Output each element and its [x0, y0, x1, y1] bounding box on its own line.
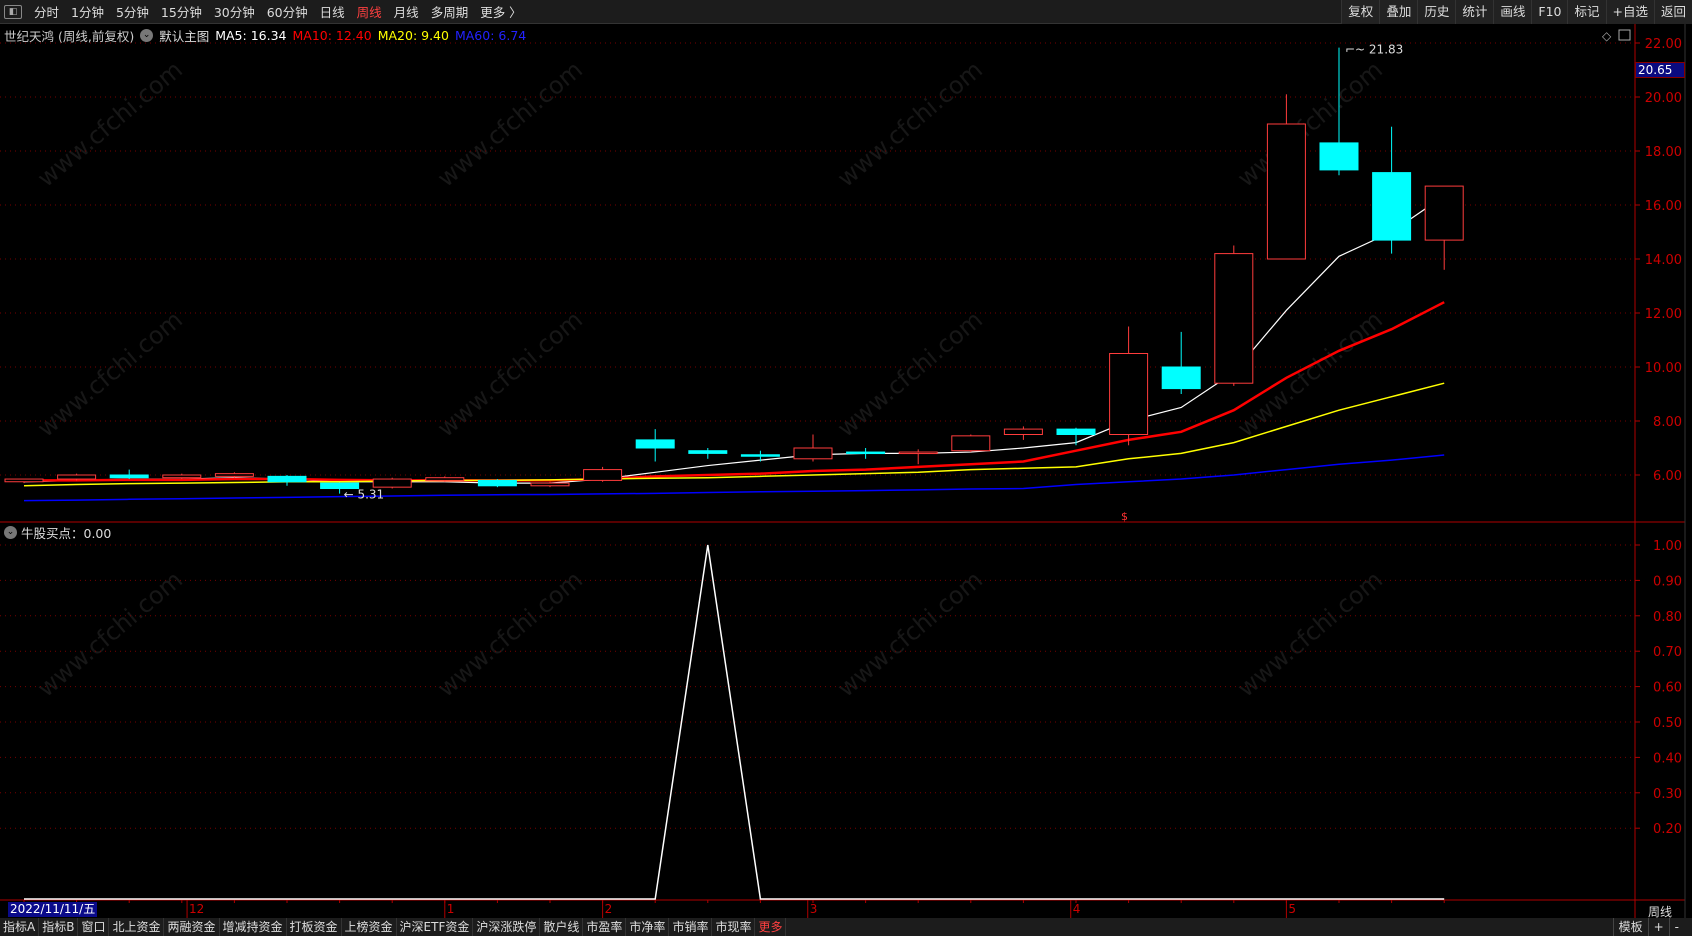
indicator-tab[interactable]: 市销率	[669, 918, 713, 936]
price-annotation: ⌐~ 21.83	[1345, 43, 1403, 57]
chevron-down-icon[interactable]: ⌄	[4, 526, 17, 539]
candle-up	[583, 469, 623, 481]
month-label: 4	[1072, 902, 1081, 916]
candle-up	[951, 435, 991, 452]
indicator-tab[interactable]: 增减持资金	[220, 918, 287, 936]
price-tick-label: 10.00	[1645, 361, 1682, 376]
candle-up	[898, 451, 938, 455]
month-label: 3	[809, 902, 818, 916]
price-tick-label: 20.00	[1645, 91, 1682, 106]
candle-up	[1266, 123, 1306, 260]
indicator-line	[24, 544, 1445, 900]
candle-up	[1109, 353, 1149, 435]
candle-down	[846, 451, 886, 455]
price-tick-label: 6.00	[1653, 469, 1682, 484]
candle-down	[740, 454, 780, 457]
indicator-tick-label: 0.70	[1653, 645, 1682, 660]
bottom-indicator-tabs: 指标A 指标B 窗口 北上资金 两融资金 增减持资金 打板资金 上榜资金 沪深ETF资金 沪深涨跌…	[0, 918, 1692, 936]
indicator-tick-label: 0.90	[1653, 574, 1682, 589]
current-date: 2022/11/11/五	[8, 902, 98, 917]
bottom-right-controls: 模板 + -	[1612, 918, 1684, 936]
kline-chart[interactable]: 22.00 20.00 18.00 16.00 14.00 12.00 10.00 8.00 6…	[0, 0, 1692, 936]
price-tick-label: 14.00	[1645, 253, 1682, 268]
bottom-control-button[interactable]: 模板	[1612, 918, 1648, 936]
indicator-tab[interactable]: 市盈率	[583, 918, 627, 936]
candle-up	[57, 474, 97, 480]
price-tick-label: 16.00	[1645, 199, 1682, 214]
candle-down	[1319, 142, 1359, 171]
indicator-tab[interactable]: 上榜资金	[342, 918, 397, 936]
indicator-header: ⌄ 牛股买点：0.00	[4, 523, 111, 542]
month-label: 12	[189, 902, 205, 916]
price-tick-label: 12.00	[1645, 307, 1682, 322]
diamond-icon: ◇	[1602, 29, 1612, 43]
candle-up	[372, 478, 412, 488]
price-tick-label: 22.00	[1645, 37, 1682, 52]
candle-down	[109, 474, 149, 479]
bottom-control-button[interactable]: -	[1668, 918, 1684, 936]
indicator-tab[interactable]: 散户线	[540, 918, 584, 936]
bottom-control-button[interactable]: +	[1647, 918, 1669, 936]
candle-down	[477, 479, 517, 487]
candle-up	[1003, 428, 1043, 436]
candle-up	[214, 473, 254, 477]
current-price-tag: 20.65	[1635, 62, 1685, 78]
candle-down	[1372, 172, 1412, 241]
dollar-marker-icon: $	[1121, 510, 1128, 523]
indicator-tick-label: 0.40	[1653, 751, 1682, 766]
indicator-tab[interactable]: 打板资金	[287, 918, 342, 936]
candle-up	[4, 478, 44, 483]
date-axis: 2022/11/11/五 12 1 2 3 4 5	[0, 901, 1692, 918]
indicator-tab[interactable]: 窗口	[78, 918, 110, 936]
indicator-tab[interactable]: 沪深ETF资金	[397, 918, 474, 936]
indicator-title[interactable]: 牛股买点：0.00	[21, 523, 111, 542]
indicator-tab[interactable]: 北上资金	[109, 918, 165, 936]
month-label: 1	[446, 902, 455, 916]
candle-up	[425, 477, 465, 481]
indicator-tab[interactable]: 指标B	[39, 918, 79, 936]
candle-down	[635, 439, 675, 449]
indicator-tab[interactable]: 指标A	[0, 918, 40, 936]
price-annotation: ← 5.31	[344, 488, 385, 502]
candle-down	[1161, 366, 1201, 390]
candle-up	[530, 482, 570, 487]
candle-up	[1424, 185, 1464, 241]
candle-down	[688, 450, 728, 454]
indicator-tick-label: 0.80	[1653, 610, 1682, 625]
indicator-tick-label: 1.00	[1653, 539, 1682, 554]
month-label: 2	[604, 902, 613, 916]
candle-up	[793, 447, 833, 460]
indicator-tick-label: 0.50	[1653, 716, 1682, 731]
indicator-tab[interactable]: 更多	[755, 918, 787, 936]
candle-up	[162, 474, 202, 479]
candle-up	[1214, 253, 1254, 384]
candle-down	[1056, 428, 1096, 436]
indicator-tick-label: 0.60	[1653, 681, 1682, 696]
candle-down	[267, 475, 307, 483]
price-tick-label: 8.00	[1653, 415, 1682, 430]
indicator-tab[interactable]: 市净率	[626, 918, 670, 936]
price-tick-label: 18.00	[1645, 145, 1682, 160]
indicator-tick-label: 0.20	[1653, 822, 1682, 837]
indicator-tab[interactable]: 沪深涨跌停	[473, 918, 541, 936]
month-label: 5	[1288, 902, 1297, 916]
panel-toggle-icon	[1618, 29, 1631, 41]
indicator-tab[interactable]: 两融资金	[164, 918, 220, 936]
indicator-tick-label: 0.30	[1653, 787, 1682, 802]
ma-line-ma20	[23, 382, 1445, 487]
indicator-tab[interactable]: 市现率	[712, 918, 756, 936]
